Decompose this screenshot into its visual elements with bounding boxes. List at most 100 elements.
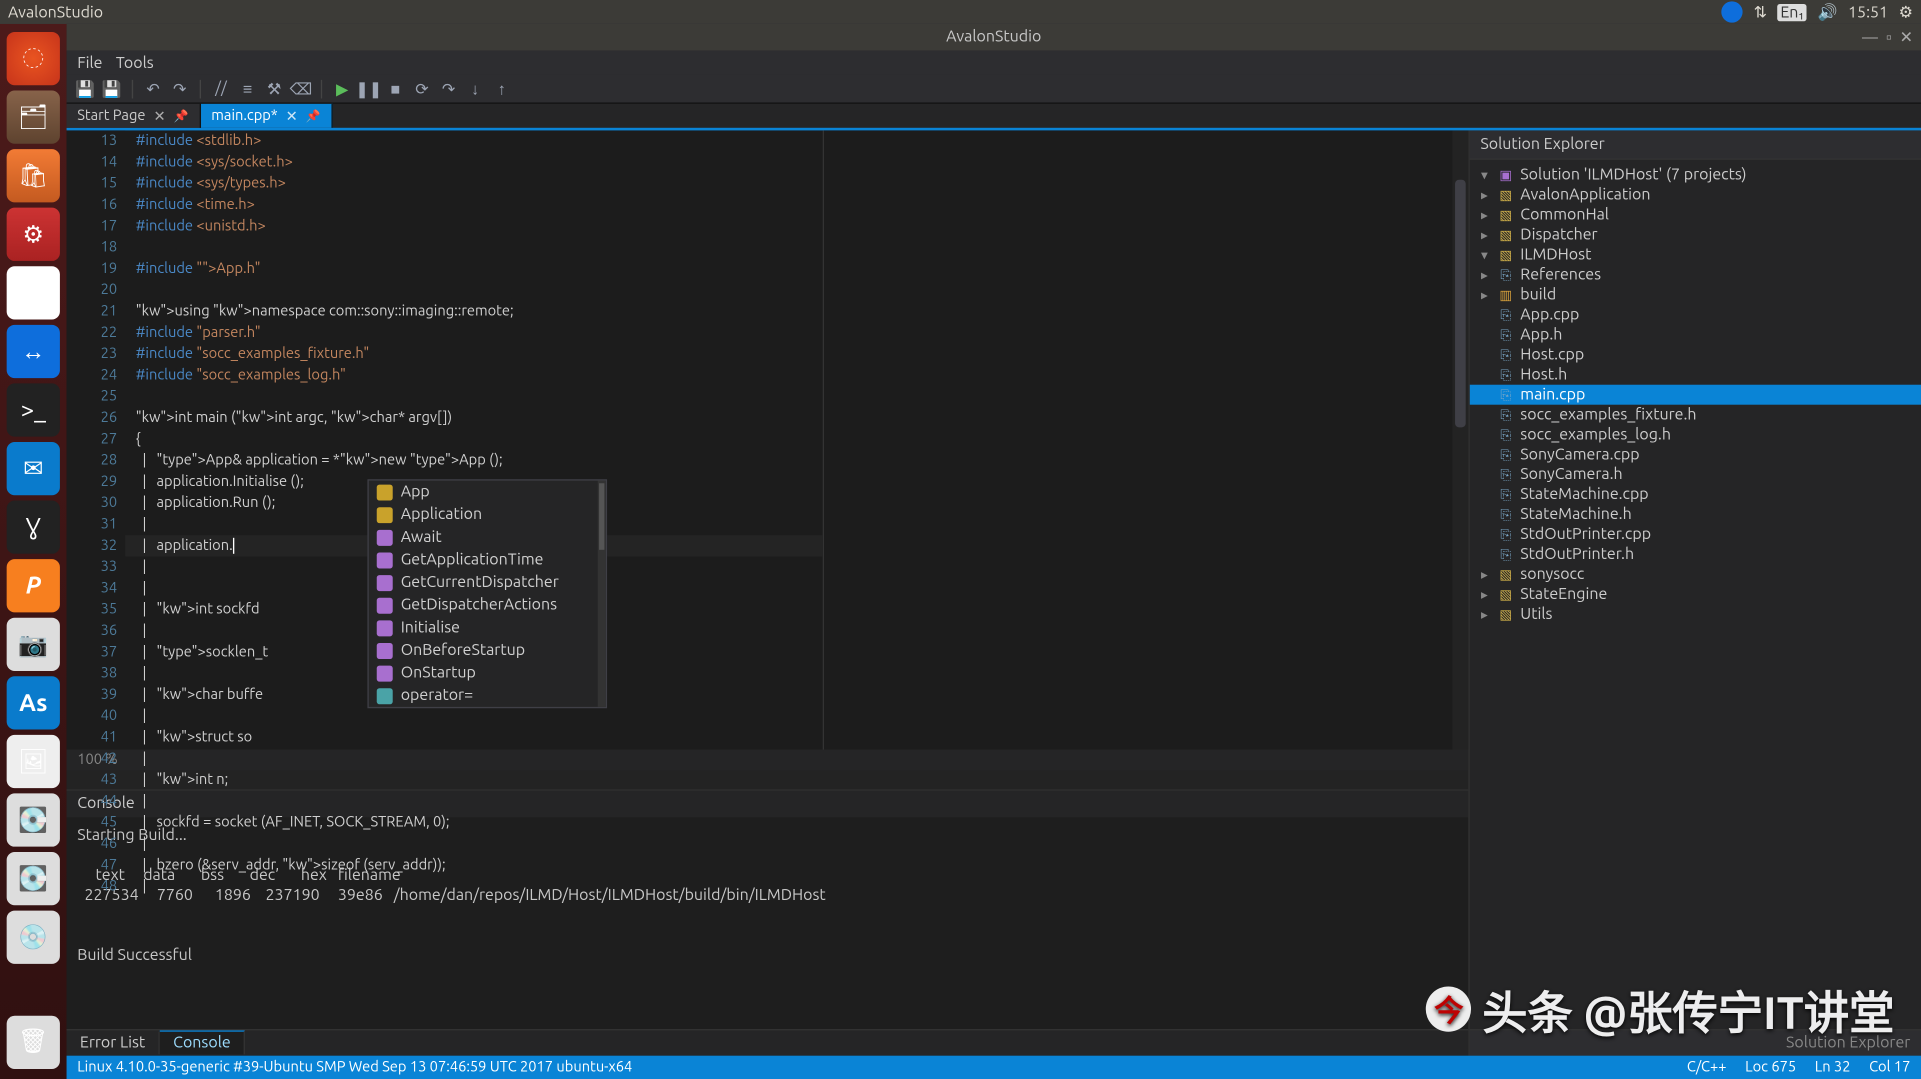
chromium-icon[interactable]: ◉ xyxy=(7,266,60,319)
menu-file[interactable]: File xyxy=(77,54,102,71)
solution-tree[interactable]: ▾▣Solution 'ILMDHost' (7 projects)▸▧Aval… xyxy=(1470,160,1921,1029)
tab-console[interactable]: Console xyxy=(160,1030,245,1054)
tab-main-cpp[interactable]: main.cpp* ✕ 📌 xyxy=(201,104,333,128)
code-line[interactable]: | sockfd = socket (AF_INET, SOCK_STREAM,… xyxy=(125,812,823,833)
autocomplete-item[interactable]: App xyxy=(369,481,606,504)
editor-split-right[interactable] xyxy=(824,130,1452,748)
teamviewer-tray-icon[interactable] xyxy=(1722,1,1743,22)
code-line[interactable]: #include <stdlib.h> xyxy=(125,130,823,151)
maximize-button[interactable]: ▫ xyxy=(1886,28,1892,47)
files-icon[interactable]: 🗂 xyxy=(7,91,60,144)
tree-node[interactable]: ▸▧StateEngine xyxy=(1470,584,1921,604)
code-line[interactable] xyxy=(125,280,823,301)
code-line[interactable]: #include <sys/socket.h> xyxy=(125,152,823,173)
tree-node[interactable]: ⎘socc_examples_log.h xyxy=(1470,425,1921,445)
code-line[interactable]: #include "">App.h" xyxy=(125,258,823,279)
gitkraken-icon[interactable]: ɣ xyxy=(7,501,60,554)
code-line[interactable]: "kw">using "kw">namespace com::sony::ima… xyxy=(125,301,823,322)
tree-node[interactable]: ⎘socc_examples_fixture.h xyxy=(1470,405,1921,425)
code-line[interactable]: | "kw">int n; xyxy=(125,769,823,790)
language-indicator[interactable]: En₁ xyxy=(1778,3,1807,20)
redo-icon[interactable]: ↷ xyxy=(169,78,190,99)
settings-red-icon[interactable]: ⚙ xyxy=(7,208,60,261)
code-line[interactable]: | "type">App& application = *"kw">new "t… xyxy=(125,450,823,471)
intellisense-popup[interactable]: AppApplicationAwaitGetApplicationTimeGet… xyxy=(367,479,607,708)
pin-icon[interactable]: 📌 xyxy=(174,108,189,123)
code-line[interactable]: { xyxy=(125,429,823,450)
autocomplete-item[interactable]: GetCurrentDispatcher xyxy=(369,571,606,594)
restart-icon[interactable]: ⟳ xyxy=(411,78,432,99)
software-center-icon[interactable]: 🛍 xyxy=(7,149,60,202)
code-editor[interactable]: 1314151617181920212223242526272829303132… xyxy=(67,130,1469,748)
code-line[interactable]: #include <sys/types.h> xyxy=(125,173,823,194)
code-line[interactable]: #include "socc_examples_log.h" xyxy=(125,365,823,386)
power-icon[interactable]: ⚙ xyxy=(1899,3,1913,22)
save-icon[interactable]: 💾 xyxy=(75,78,96,99)
minimize-button[interactable]: — xyxy=(1862,29,1878,46)
close-button[interactable]: ✕ xyxy=(1900,28,1913,47)
tree-node[interactable]: ▸▥build xyxy=(1470,285,1921,305)
code-line[interactable]: #include "socc_examples_fixture.h" xyxy=(125,343,823,364)
run-icon[interactable]: ▶ xyxy=(331,78,352,99)
pin-icon[interactable]: 📌 xyxy=(306,108,321,123)
autocomplete-item[interactable]: Application xyxy=(369,503,606,526)
tree-node[interactable]: ⎘StdOutPrinter.cpp xyxy=(1470,525,1921,545)
p-app-icon[interactable]: P xyxy=(7,559,60,612)
code-line[interactable]: | xyxy=(125,748,823,769)
vertical-scrollbar[interactable] xyxy=(1452,130,1468,748)
close-icon[interactable]: ✕ xyxy=(153,107,165,124)
autocomplete-item[interactable]: Initialise xyxy=(369,616,606,639)
camera-icon[interactable]: 📷 xyxy=(7,618,60,671)
tree-node[interactable]: ⎘App.h xyxy=(1470,325,1921,345)
autocomplete-item[interactable]: Await xyxy=(369,526,606,549)
autocomplete-item[interactable]: OnStartup xyxy=(369,662,606,685)
undo-icon[interactable]: ↶ xyxy=(142,78,163,99)
tree-node[interactable]: ▸▧Utils xyxy=(1470,604,1921,624)
menu-tools[interactable]: Tools xyxy=(116,54,154,71)
uncomment-icon[interactable]: ≡ xyxy=(237,78,258,99)
tree-node[interactable]: ⎘StateMachine.cpp xyxy=(1470,485,1921,505)
tree-node[interactable]: ⎘StateMachine.h xyxy=(1470,505,1921,525)
tree-node[interactable]: ▸▧sonysocc xyxy=(1470,564,1921,584)
save-all-icon[interactable]: 💾 xyxy=(101,78,122,99)
autocomplete-item[interactable]: GetApplicationTime xyxy=(369,548,606,571)
tree-node[interactable]: ▸▧CommonHal xyxy=(1470,205,1921,225)
scrollbar[interactable] xyxy=(598,481,606,707)
terminal-icon[interactable]: >_ xyxy=(7,383,60,436)
autocomplete-item[interactable]: operator= xyxy=(369,684,606,707)
pause-icon[interactable]: ❚❚ xyxy=(358,78,379,99)
dvd-icon[interactable]: 💿 xyxy=(7,911,60,964)
code-line[interactable]: #include <unistd.h> xyxy=(125,216,823,237)
step-into-icon[interactable]: ↓ xyxy=(465,78,486,99)
teamviewer-icon[interactable]: ↔ xyxy=(7,325,60,378)
clean-icon[interactable]: ⌫ xyxy=(290,78,311,99)
tree-node[interactable]: ⎘SonyCamera.h xyxy=(1470,465,1921,485)
autocomplete-item[interactable]: OnBeforeStartup xyxy=(369,639,606,662)
step-over-icon[interactable]: ↷ xyxy=(438,78,459,99)
tree-node[interactable]: ▸▧AvalonApplication xyxy=(1470,185,1921,205)
stop-icon[interactable]: ■ xyxy=(385,78,406,99)
code-line[interactable]: | xyxy=(125,833,823,854)
close-icon[interactable]: ✕ xyxy=(286,107,298,124)
code-line[interactable] xyxy=(125,386,823,407)
code-line[interactable]: | xyxy=(125,706,823,727)
tab-error-list[interactable]: Error List xyxy=(67,1031,160,1054)
avalonstudio-icon[interactable]: As xyxy=(7,676,60,729)
code-line[interactable]: #include "parser.h" xyxy=(125,322,823,343)
mail-icon[interactable]: ✉ xyxy=(7,442,60,495)
comment-icon[interactable]: // xyxy=(210,78,231,99)
tree-node[interactable]: ⎘StdOutPrinter.h xyxy=(1470,544,1921,564)
tab-start-page[interactable]: Start Page ✕ 📌 xyxy=(67,104,201,128)
clock[interactable]: 15:51 xyxy=(1848,3,1888,20)
tree-node[interactable]: ▸▧Dispatcher xyxy=(1470,225,1921,245)
step-out-icon[interactable]: ↑ xyxy=(491,78,512,99)
code-line[interactable] xyxy=(125,237,823,258)
disk-icon[interactable]: 💽 xyxy=(7,793,60,846)
code-line[interactable]: "kw">int main ("kw">int argc, "kw">char*… xyxy=(125,407,823,428)
build-icon[interactable]: ⚒ xyxy=(264,78,285,99)
pictures-icon[interactable]: 🖼 xyxy=(7,735,60,788)
solution-root[interactable]: ▾▣Solution 'ILMDHost' (7 projects) xyxy=(1470,165,1921,185)
tree-node[interactable]: ⎘Host.h xyxy=(1470,365,1921,385)
volume-icon[interactable]: 🔊 xyxy=(1817,3,1837,22)
code-line[interactable]: | "kw">struct so xyxy=(125,727,823,748)
